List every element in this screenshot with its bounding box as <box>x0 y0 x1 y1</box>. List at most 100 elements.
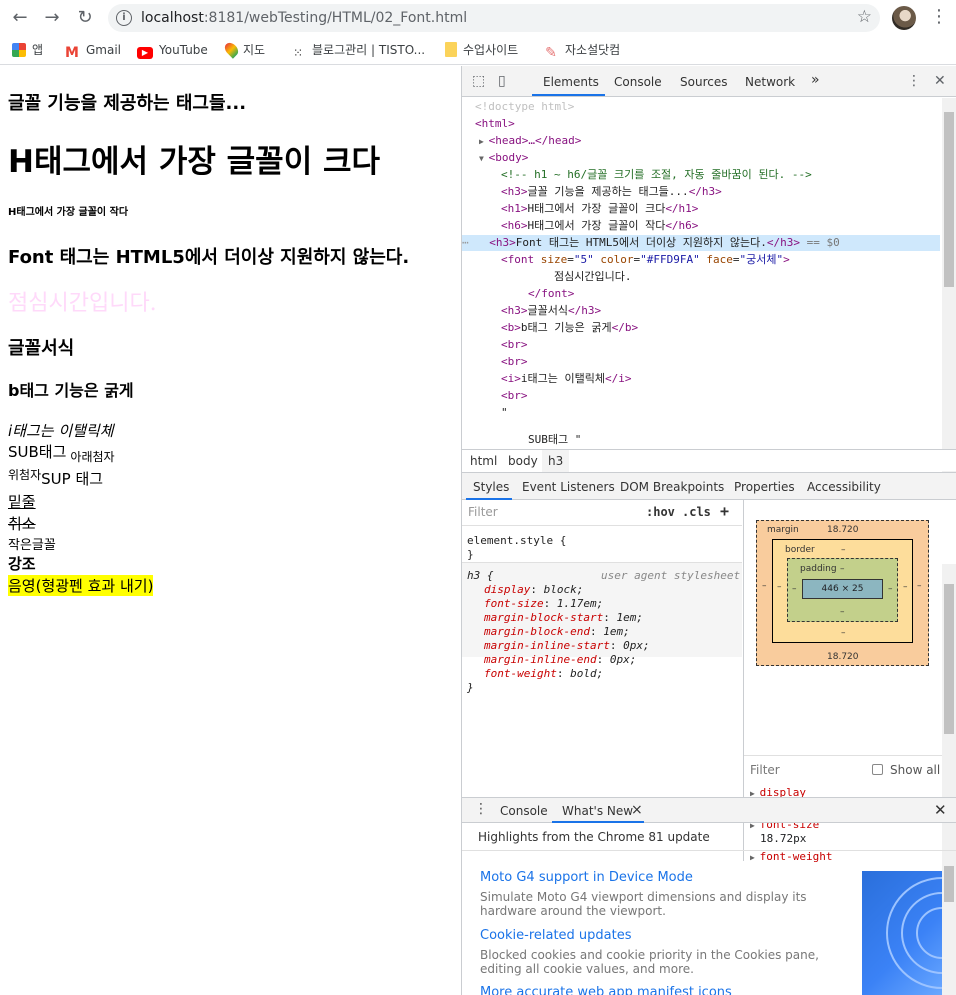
whats-new-thumbnail <box>862 871 942 995</box>
reload-icon[interactable]: ↻ <box>73 6 97 30</box>
address-bar[interactable]: i localhost:8181/webTesting/HTML/02_Font… <box>108 4 880 32</box>
styles-filter-input[interactable]: Filter <box>468 505 498 519</box>
dom-font-close[interactable]: </font> <box>528 286 574 302</box>
dom-sub-text[interactable]: SUB태그 " <box>528 432 581 448</box>
bookmark-apps[interactable]: 앱 <box>12 41 43 59</box>
box-model-border[interactable]: border – – – – padding – – – – 446 × 25 <box>772 539 913 643</box>
chrome-graphic-icon <box>886 877 942 989</box>
show-all-checkbox[interactable] <box>872 764 883 775</box>
style-prop[interactable]: margin-inline-start: 0px; <box>484 639 650 653</box>
style-prop[interactable]: font-size: 1.17em; <box>484 597 603 611</box>
dom-i[interactable]: <i>i태그는 이탤릭체</i> <box>501 371 631 387</box>
bookmark-tistory[interactable]: ⁙ 블로그관리 | TISTO... <box>290 41 425 60</box>
subscript-text: 아래첨자 <box>70 450 115 464</box>
url-text[interactable]: localhost:8181/webTesting/HTML/02_Font.h… <box>141 10 467 26</box>
box-model-margin[interactable]: margin 18.720 18.720 – – border – – – – … <box>756 520 929 666</box>
dom-body[interactable]: ▼ <body> <box>479 150 528 166</box>
element-style-selector[interactable]: element.style { <box>467 534 566 548</box>
computed-filter-input[interactable]: Filter <box>750 763 780 777</box>
dom-head[interactable]: ▶ <head>…</head> <box>479 133 581 149</box>
forward-arrow-icon[interactable]: → <box>40 6 64 30</box>
dom-font-text[interactable]: 점심시간입니다. <box>554 269 631 285</box>
dom-html[interactable]: <html> <box>475 116 515 132</box>
dom-h1[interactable]: <h1>H태그에서 가장 글꼴이 크다</h1> <box>501 201 698 217</box>
box-model-padding[interactable]: padding – – – – 446 × 25 <box>787 558 898 622</box>
computed-row-font-weight[interactable]: ▶ font-weight <box>750 850 833 863</box>
drawer-tab-console[interactable]: Console <box>500 804 548 818</box>
superscript-text: 위첨자 <box>8 468 42 482</box>
box-model-content[interactable]: 446 × 25 <box>802 579 883 599</box>
style-prop[interactable]: display: block; <box>484 583 583 597</box>
expand-triangle-icon[interactable]: ▶ <box>479 137 489 146</box>
breadcrumb-h3[interactable]: h3 <box>542 450 570 472</box>
bookmark-youtube[interactable]: ▶ YouTube <box>137 41 208 59</box>
bookmark-class-site[interactable]: 수업사이트 <box>445 41 518 59</box>
more-tabs-icon[interactable]: » <box>811 72 820 88</box>
drawer-menu-icon[interactable]: ⋮ <box>474 801 488 817</box>
bookmark-star-icon[interactable]: ☆ <box>857 7 872 27</box>
dom-h3-2[interactable]: <h3>글꼴서식</h3> <box>501 303 601 319</box>
dom-h6[interactable]: <h6>H태그에서 가장 글꼴이 작다</h6> <box>501 218 698 234</box>
tab-accessibility[interactable]: Accessibility <box>807 480 881 494</box>
hov-toggle[interactable]: :hov <box>646 505 675 519</box>
whats-new-item-desc: editing all cookie values, and more. <box>480 962 694 976</box>
dom-b[interactable]: <b>b태그 기능은 굵게</b> <box>501 320 638 336</box>
dom-font[interactable]: <font size="5" color="#FFD9FA" face="궁서체… <box>501 252 790 268</box>
style-prop[interactable]: margin-block-end: 1em; <box>484 625 630 639</box>
dom-doctype[interactable]: <!doctype html> <box>475 99 574 115</box>
profile-avatar[interactable] <box>892 6 916 30</box>
device-toolbar-icon[interactable]: ▯ <box>498 73 506 89</box>
style-prop[interactable]: font-weight: bold; <box>484 667 603 681</box>
breadcrumb-html[interactable]: html <box>470 454 497 468</box>
tab-network[interactable]: Network <box>745 75 795 89</box>
back-arrow-icon[interactable]: ← <box>8 6 32 30</box>
drawer-close-icon[interactable]: ✕ <box>934 801 947 819</box>
inspect-element-icon[interactable]: ⬚ <box>472 73 485 89</box>
bookmark-jasoseol[interactable]: ✎ 자소설닷컴 <box>543 41 620 61</box>
tab-dom-breakpoints[interactable]: DOM Breakpoints <box>620 480 724 494</box>
h3-selector[interactable]: h3 { <box>467 569 494 583</box>
bookmark-maps[interactable]: 지도 <box>222 40 265 59</box>
dom-text-quote[interactable]: " <box>501 405 508 421</box>
info-icon[interactable]: i <box>116 10 132 26</box>
active-tab-underline <box>532 94 605 96</box>
dom-comment[interactable]: <!-- h1 ~ h6/글꼴 크기를 조절, 자동 줄바꿈이 된다. --> <box>501 167 812 183</box>
devtools-close-icon[interactable]: ✕ <box>934 73 946 89</box>
tab-console[interactable]: Console <box>614 75 662 89</box>
drawer-tabbar: ⋮ Console What's New × ✕ <box>462 797 956 823</box>
computed-scrollbar-thumb[interactable] <box>944 584 954 734</box>
dom-br-1[interactable]: <br> <box>501 337 528 353</box>
style-prop[interactable]: margin-inline-end: 0px; <box>484 653 636 667</box>
bookmark-gmail[interactable]: M Gmail <box>64 41 121 61</box>
tab-properties[interactable]: Properties <box>734 480 795 494</box>
style-prop[interactable]: margin-block-start: 1em; <box>484 611 643 625</box>
devtools-menu-icon[interactable]: ⋮ <box>907 73 921 89</box>
browser-menu-icon[interactable]: ⋮ <box>930 6 948 27</box>
dom-br-3[interactable]: <br> <box>501 388 528 404</box>
whats-new-item-title[interactable]: Moto G4 support in Device Mode <box>480 870 693 885</box>
new-rule-icon[interactable]: + <box>720 502 729 520</box>
whats-new-close-icon[interactable]: × <box>631 802 643 818</box>
breadcrumb-body[interactable]: body <box>508 454 538 468</box>
tab-event-listeners[interactable]: Event Listeners <box>522 480 615 494</box>
dom-h3-selected[interactable]: ⋯ <h3>Font 태그는 HTML5에서 더이상 지원하지 않는다.</h3… <box>462 235 940 251</box>
border-top-value: – <box>841 545 846 555</box>
margin-left-value: – <box>762 581 767 591</box>
dom-scrollbar-thumb[interactable] <box>944 112 954 287</box>
whats-new-item-title[interactable]: Cookie-related updates <box>480 928 632 943</box>
page-viewport: 글꼴 기능을 제공하는 태그들... H태그에서 가장 글꼴이 크다 H태그에서… <box>0 66 461 995</box>
border-bottom-value: – <box>841 628 846 638</box>
tab-sources[interactable]: Sources <box>680 75 727 89</box>
dom-h3-1[interactable]: <h3>글꼴 기능을 제공하는 태그들...</h3> <box>501 184 722 200</box>
collapse-triangle-icon[interactable]: ▼ <box>479 154 489 163</box>
tab-elements[interactable]: Elements <box>543 75 599 89</box>
whats-new-scrollbar-thumb[interactable] <box>944 866 954 902</box>
dom-br-2[interactable]: <br> <box>501 354 528 370</box>
padding-top-value: – <box>840 564 845 574</box>
font-tag-text: 점심시간입니다. <box>8 291 157 316</box>
tab-styles[interactable]: Styles <box>473 480 509 494</box>
drawer-tab-whats-new[interactable]: What's New <box>562 804 633 818</box>
whats-new-item-title[interactable]: More accurate web app manifest icons <box>480 985 732 995</box>
cls-toggle[interactable]: .cls <box>682 505 711 519</box>
margin-label: margin <box>767 525 799 535</box>
